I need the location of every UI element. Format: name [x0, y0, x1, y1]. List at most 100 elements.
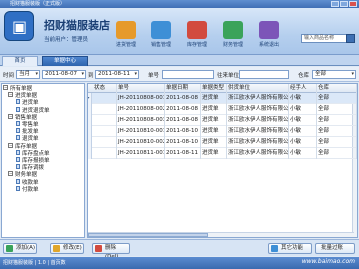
tree-node-label: 库存调拨	[22, 165, 45, 172]
table-cell: 2011-08-10	[165, 137, 201, 148]
column-header[interactable]: 单据类型	[201, 84, 227, 93]
row-selector[interactable]	[88, 148, 92, 159]
tree-node[interactable]: 退货单	[16, 135, 39, 143]
column-header[interactable]: 供货单位	[227, 84, 289, 93]
tree-node[interactable]: 付款单	[16, 185, 39, 194]
table-cell: 浙江欧水伊人服饰有限公司	[227, 115, 289, 126]
table-cell: 进货单	[201, 115, 227, 126]
table-cell: 2011-08-10	[165, 126, 201, 137]
row-selector[interactable]	[88, 137, 92, 148]
collapse-icon: −	[8, 171, 13, 177]
tree-node-label: 财务单据	[15, 172, 38, 179]
grid-header: 状态 单号 单据日期 单据类型 供货单位 经手人 仓库	[88, 84, 357, 93]
row-selector[interactable]	[88, 126, 92, 137]
table-cell: JH-20110808-001	[117, 93, 165, 104]
status-text: 招财猫服装版 | 1.0 | 首页数	[3, 260, 66, 266]
tree-node-label: 付款单	[22, 186, 39, 193]
table-row[interactable]: JH-20110808-0012011-08-08进货单浙江欧水伊人服饰有限公司…	[88, 93, 357, 104]
table-cell: 全部	[317, 126, 357, 137]
table-cell: 进货单	[201, 93, 227, 104]
edit-icon	[53, 245, 60, 252]
toolbar-exit-button[interactable]: 系统退出	[252, 21, 286, 55]
tools-icon	[271, 245, 278, 252]
other-functions-label: 其它功能	[281, 245, 304, 251]
table-cell: 浙江欧水伊人服饰有限公司	[227, 148, 289, 159]
table-cell: 进货单	[201, 148, 227, 159]
tree-node-label: 退货单	[22, 136, 39, 143]
delete-button[interactable]: 删除(Del)	[92, 243, 130, 260]
table-row[interactable]: JH-20110808-003 2011-08-08 进货单 浙江欧水伊人服饰有限公司…	[88, 115, 357, 126]
close-button[interactable]	[349, 1, 357, 7]
tab-document-center[interactable]: 单据中心	[42, 56, 88, 66]
table-cell: 全部	[317, 137, 357, 148]
toolbar-sales-button[interactable]: 销售管理	[144, 21, 178, 55]
column-header[interactable]: 单号	[117, 84, 165, 93]
tree-node[interactable]: 进货退货单	[16, 106, 50, 115]
toolbar-inventory-button[interactable]: 库存管理	[180, 21, 214, 55]
sales-icon	[151, 21, 171, 39]
table-cell: 浙江欧水伊人服饰有限公司	[227, 93, 289, 104]
tree-node-label: 进货单据	[15, 93, 38, 100]
column-header[interactable]: 经手人	[289, 84, 317, 93]
window-titlebar: 招财猫服装版（正式版）	[0, 0, 359, 8]
collapse-icon: −	[3, 85, 8, 90]
table-row[interactable]: JH-20110811-001 2011-08-11 进货单 浙江欧水伊人服饰有限公司…	[88, 148, 357, 159]
table-row[interactable]: JH-20110810-002 2011-08-10 进货单 浙江欧水伊人服饰有限公司…	[88, 137, 357, 148]
scroll-thumb[interactable]	[88, 233, 208, 237]
add-button[interactable]: 添加(A)	[3, 243, 37, 254]
toolbar-finance-button[interactable]: 财务管理	[216, 21, 250, 55]
toolbar-exit-label: 系统退出	[258, 42, 279, 48]
date-from-field[interactable]: 2011-08-07	[42, 70, 86, 79]
add-icon	[6, 245, 13, 252]
add-label: 添加(A)	[16, 245, 36, 251]
minimize-button[interactable]	[331, 1, 339, 7]
row-selector[interactable]	[88, 93, 92, 104]
purchase-icon	[116, 21, 136, 39]
document-icon	[16, 149, 20, 155]
tree-node[interactable]: 库存报损单	[16, 157, 50, 165]
tree-node[interactable]: − 库存单据	[8, 142, 37, 151]
tab-home[interactable]: 首页	[2, 56, 38, 66]
row-selector[interactable]	[88, 104, 92, 115]
tree-node[interactable]: − 财务单据	[8, 171, 38, 179]
tree-node[interactable]: − 销售单据	[8, 113, 37, 122]
table-cell: JH-20110808-002	[117, 104, 165, 115]
table-cell: 小敏	[289, 93, 317, 104]
table-cell	[93, 137, 117, 148]
column-header[interactable]: 仓库	[317, 84, 357, 93]
column-header[interactable]: 单据日期	[165, 84, 201, 93]
tree-node[interactable]: 库存盘点单	[16, 149, 50, 158]
toolbar-sales-label: 销售管理	[150, 42, 171, 48]
table-row[interactable]: JH-20110810-001 2011-08-10 进货单 浙江欧水伊人服饰有限公司…	[88, 126, 357, 137]
to-label: 到	[88, 73, 94, 79]
table-cell: 浙江欧水伊人服饰有限公司	[227, 137, 289, 148]
maximize-button[interactable]	[340, 1, 348, 7]
column-header[interactable]: 状态	[93, 84, 117, 93]
document-icon	[16, 185, 20, 191]
doc-no-label: 单号	[148, 73, 160, 79]
document-icon	[16, 164, 20, 170]
table-cell: 2011-08-08	[165, 115, 201, 126]
tab-bar: 首页 单据中心	[0, 55, 359, 66]
document-icon	[16, 178, 20, 184]
row-selector[interactable]	[88, 115, 92, 126]
toolbar-purchase-button[interactable]: 进货管理	[109, 21, 143, 55]
tree-node-label: 批发单	[22, 129, 39, 136]
period-select[interactable]: 当月	[16, 70, 40, 79]
date-to-field[interactable]: 2011-08-11	[95, 70, 139, 79]
warehouse-select[interactable]: 全部	[312, 70, 356, 79]
table-cell	[93, 104, 117, 115]
horizontal-scrollbar[interactable]	[88, 232, 354, 237]
watermark: www.baimao.com	[301, 258, 355, 265]
table-cell: 全部	[317, 148, 357, 159]
search-icon[interactable]	[346, 34, 355, 43]
doc-no-input[interactable]	[162, 70, 214, 79]
other-functions-button[interactable]: 其它功能	[268, 243, 312, 254]
table-row[interactable]: JH-20110808-002 2011-08-08 进货单 浙江欧水伊人服饰有限公司…	[88, 104, 357, 115]
current-user: 当前用户：管理员	[44, 37, 89, 43]
batch-post-button[interactable]: 批量过账	[315, 243, 355, 254]
partner-input[interactable]	[239, 70, 289, 79]
window-title: 招财猫服装版（正式版）	[10, 1, 66, 7]
edit-button[interactable]: 修改(E)	[50, 243, 84, 254]
warehouse-label: 仓库	[298, 73, 310, 79]
